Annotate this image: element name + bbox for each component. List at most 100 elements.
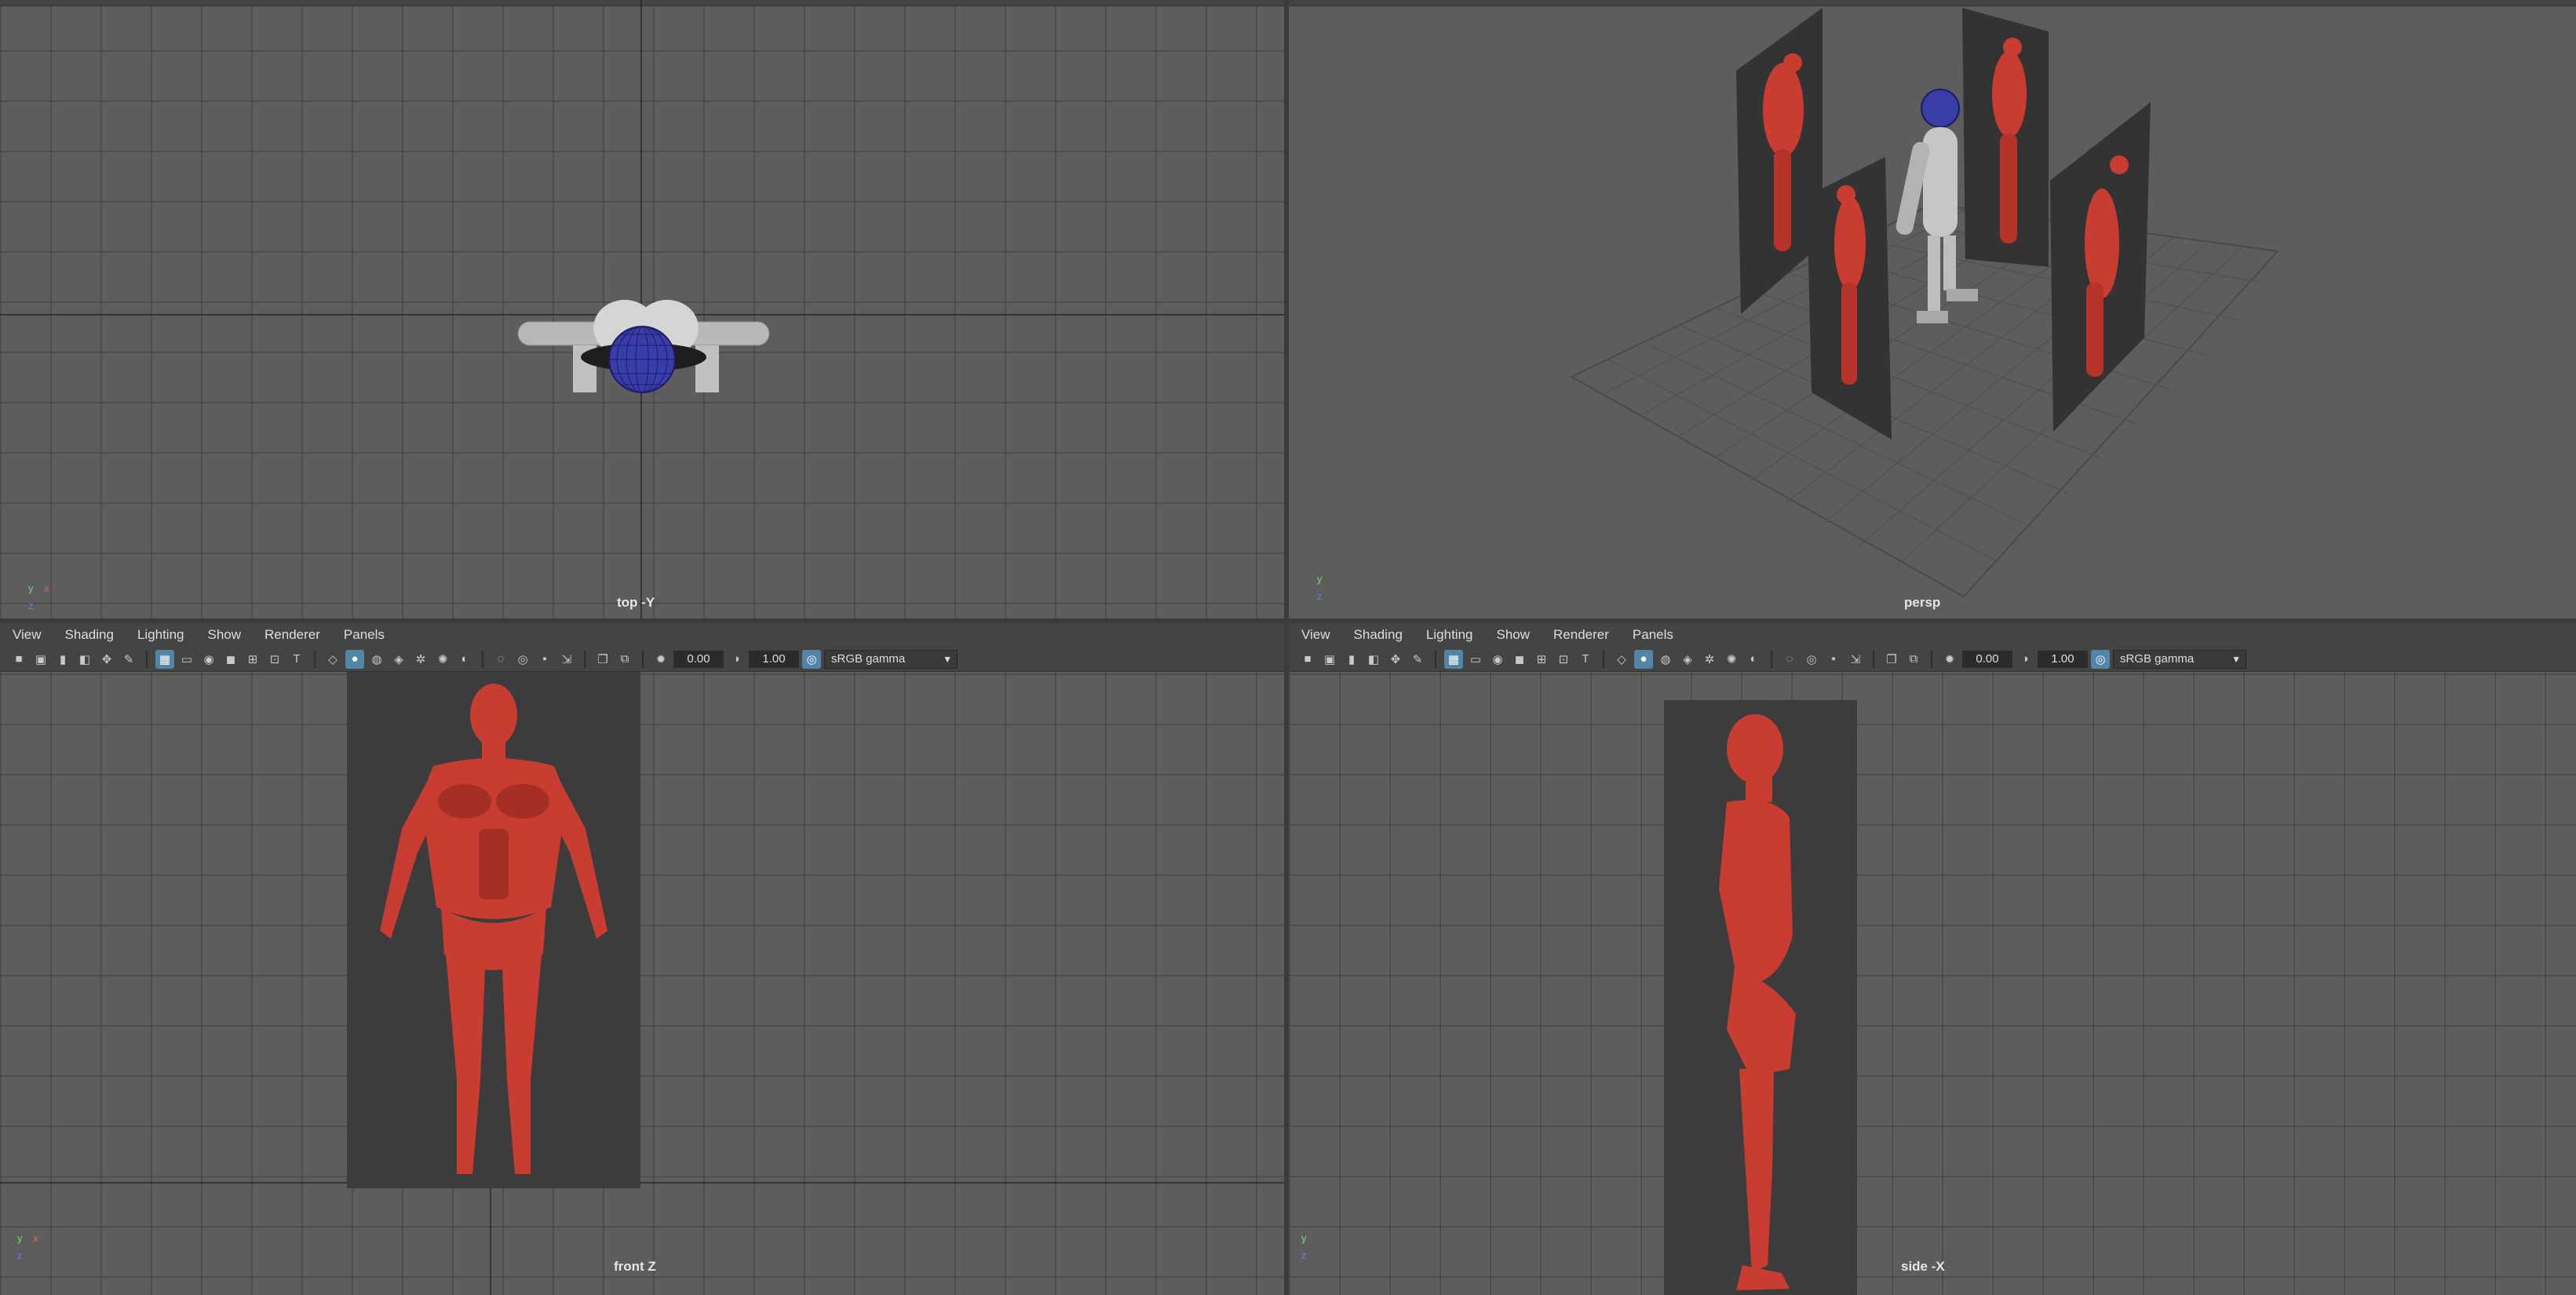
viewport-divider-horizontal[interactable] [0, 618, 2576, 623]
isolate-select-icon[interactable]: ◌ [491, 650, 510, 669]
camera-attributes-icon[interactable]: ▣ [1320, 650, 1339, 669]
wireframe-on-shaded-icon[interactable]: ◍ [367, 650, 386, 669]
image-plane-icon[interactable]: ◧ [75, 650, 94, 669]
wireframe-on-shaded-icon[interactable]: ◍ [1656, 650, 1675, 669]
color-management-icon[interactable]: ◎ [802, 649, 821, 669]
toolbar-separator [314, 650, 316, 668]
film-gate-icon[interactable]: ▭ [177, 650, 196, 669]
field-chart-icon[interactable]: ⊞ [1532, 650, 1551, 669]
camera-label-top: top -Y [617, 595, 655, 610]
gamma-icon[interactable]: ◑ [2016, 650, 2034, 669]
color-management-icon[interactable]: ◎ [2091, 649, 2110, 669]
viewport-top[interactable]: y x z top -Y [0, 0, 1284, 618]
viewport-persp-toolbar-strip [1289, 0, 2576, 6]
axis-x-label: x [44, 582, 49, 594]
toolbar-separator [1771, 650, 1772, 668]
bookmark-icon[interactable]: ▮ [1342, 650, 1361, 669]
multisample-icon[interactable]: ❐ [593, 650, 612, 669]
bookmark-icon[interactable]: ▮ [53, 650, 72, 669]
exposure-icon[interactable]: ✹ [1940, 650, 1959, 669]
menu-lighting[interactable]: Lighting [137, 627, 184, 643]
grid-icon[interactable]: ▦ [1444, 649, 1463, 669]
viewport-divider-vertical[interactable] [1284, 0, 1289, 1295]
safe-action-icon[interactable]: ⊡ [265, 650, 284, 669]
viewport-persp[interactable]: y z persp [1289, 0, 2576, 618]
safe-title-icon[interactable]: T [287, 650, 306, 669]
camera-icon[interactable]: ■ [1298, 650, 1317, 669]
panel-toolbar: ■ ▣ ▮ ◧ ✥ ✎ ▦ ▭ ◉ ◼ ⊞ ⊡ T ◇ ● ◍ ◈ ✲ ✺ ◐ … [1289, 647, 2576, 672]
axis-indicator: y z [1300, 1232, 1331, 1264]
menu-lighting[interactable]: Lighting [1426, 627, 1473, 643]
menu-view[interactable]: View [13, 627, 42, 643]
motion-blur-icon[interactable]: ⇲ [557, 650, 576, 669]
gate-mask-icon[interactable]: ◼ [221, 650, 240, 669]
light-icon[interactable]: ✺ [1722, 650, 1741, 669]
camera-icon[interactable]: ■ [9, 650, 28, 669]
field-chart-icon[interactable]: ⊞ [243, 650, 262, 669]
smooth-shade-icon[interactable]: ● [1634, 649, 1653, 669]
toolbar-separator [1873, 650, 1874, 668]
2d-pan-icon[interactable]: ✥ [97, 650, 116, 669]
menu-show[interactable]: Show [1497, 627, 1531, 643]
persp-rig-model[interactable] [1893, 78, 1987, 345]
film-gate-icon[interactable]: ▭ [1466, 650, 1485, 669]
viewport-side[interactable]: View Shading Lighting Show Renderer Pane… [1289, 623, 2576, 1295]
grease-pencil-icon[interactable]: ✎ [1408, 650, 1427, 669]
exposure-icon[interactable]: ✹ [651, 650, 670, 669]
textured-icon[interactable]: ◈ [1678, 650, 1697, 669]
screen-space-ao-icon[interactable]: ▪ [535, 650, 554, 669]
grease-pencil-icon[interactable]: ✎ [119, 650, 138, 669]
isolate-select-icon[interactable]: ◌ [1780, 650, 1799, 669]
wireframe-icon[interactable]: ◇ [323, 650, 342, 669]
top-view-model[interactable] [502, 290, 785, 408]
toolbar-separator [1931, 650, 1932, 668]
axis-indicator: y x z [16, 1232, 47, 1264]
gate-mask-icon[interactable]: ◼ [1510, 650, 1529, 669]
menu-panels[interactable]: Panels [344, 627, 385, 643]
2d-pan-icon[interactable]: ✥ [1386, 650, 1405, 669]
menu-renderer[interactable]: Renderer [1553, 627, 1609, 643]
axis-z-label: z [1301, 1249, 1307, 1261]
textured-icon[interactable]: ◈ [389, 650, 408, 669]
smooth-shade-icon[interactable]: ● [345, 649, 364, 669]
xray-icon[interactable]: ✲ [411, 650, 430, 669]
resolution-gate-icon[interactable]: ◉ [199, 650, 218, 669]
light-icon[interactable]: ✺ [433, 650, 452, 669]
viewport-front[interactable]: View Shading Lighting Show Renderer Pane… [0, 623, 1284, 1295]
menu-shading[interactable]: Shading [65, 627, 114, 643]
resolution-gate-icon[interactable]: ◉ [1488, 650, 1507, 669]
wireframe-icon[interactable]: ◇ [1612, 650, 1631, 669]
gamma-field[interactable]: 1.00 [2038, 650, 2088, 668]
axis-z-label: z [1317, 590, 1323, 602]
toolbar-separator [1603, 650, 1604, 668]
axis-y-label: y [17, 1232, 23, 1244]
depth-of-field-icon[interactable]: ⧉ [1904, 650, 1923, 669]
menu-panels[interactable]: Panels [1633, 627, 1673, 643]
xray-icon[interactable]: ✲ [1700, 650, 1719, 669]
panel-menu-bar: View Shading Lighting Show Renderer Pane… [1289, 623, 2576, 647]
xray-joints-icon[interactable]: ◎ [513, 650, 532, 669]
xray-joints-icon[interactable]: ◎ [1802, 650, 1821, 669]
image-plane-icon[interactable]: ◧ [1364, 650, 1383, 669]
view-transform-dropdown[interactable]: sRGB gamma ▼ [2113, 649, 2246, 669]
motion-blur-icon[interactable]: ⇲ [1846, 650, 1865, 669]
screen-space-ao-icon[interactable]: ▪ [1824, 650, 1843, 669]
gamma-field[interactable]: 1.00 [749, 650, 799, 668]
exposure-field[interactable]: 0.00 [673, 650, 724, 668]
menu-shading[interactable]: Shading [1354, 627, 1403, 643]
exposure-field[interactable]: 0.00 [1962, 650, 2012, 668]
gamma-icon[interactable]: ◑ [727, 650, 746, 669]
safe-title-icon[interactable]: T [1576, 650, 1595, 669]
camera-attributes-icon[interactable]: ▣ [31, 650, 50, 669]
multisample-icon[interactable]: ❐ [1882, 650, 1901, 669]
menu-show[interactable]: Show [208, 627, 242, 643]
shadow-icon[interactable]: ◐ [1744, 650, 1763, 669]
menu-view[interactable]: View [1301, 627, 1330, 643]
safe-action-icon[interactable]: ⊡ [1554, 650, 1573, 669]
axis-y-label: y [1301, 1232, 1307, 1244]
depth-of-field-icon[interactable]: ⧉ [615, 650, 634, 669]
grid-icon[interactable]: ▦ [155, 649, 174, 669]
menu-renderer[interactable]: Renderer [265, 627, 320, 643]
shadow-icon[interactable]: ◐ [455, 650, 474, 669]
view-transform-dropdown[interactable]: sRGB gamma ▼ [824, 649, 958, 669]
